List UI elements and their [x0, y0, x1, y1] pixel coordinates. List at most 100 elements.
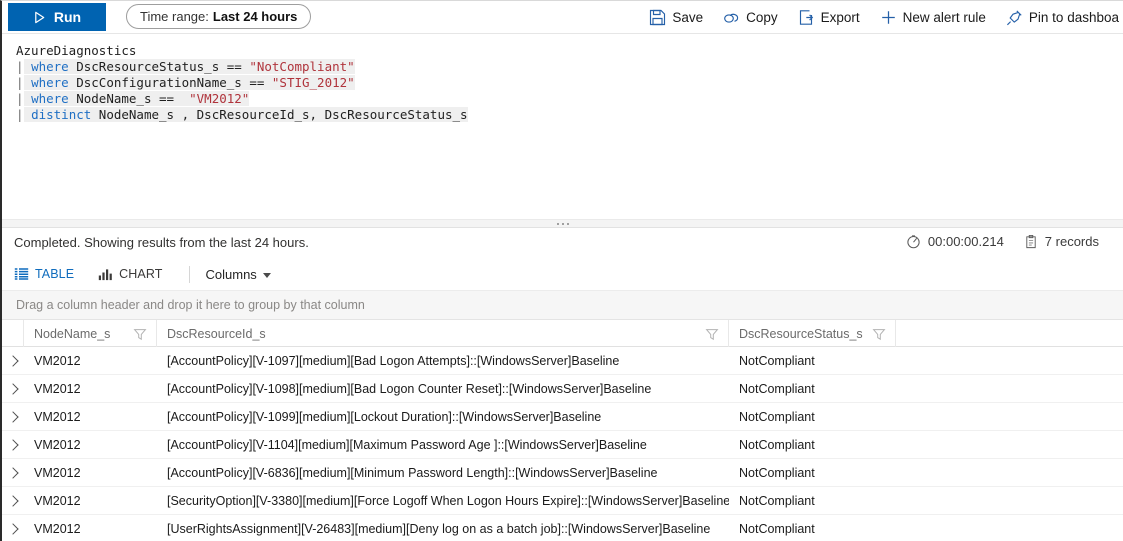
cell-filler — [896, 375, 1123, 403]
record-count-chip: 7 records — [1024, 234, 1099, 249]
query-editor[interactable]: AzureDiagnostics | where DscResourceStat… — [2, 35, 1123, 219]
header-nodename-label: NodeName_s — [34, 327, 133, 341]
copy-label: Copy — [746, 10, 778, 25]
row-expand-toggle[interactable] — [2, 347, 24, 375]
pipe-glyph: | — [16, 107, 24, 122]
header-nodename[interactable]: NodeName_s — [24, 320, 157, 347]
export-button[interactable]: Export — [788, 1, 870, 34]
record-count-value: 7 records — [1045, 234, 1099, 249]
cell-dscresourceid: [AccountPolicy][V-6836][medium][Minimum … — [157, 459, 729, 487]
play-icon — [33, 11, 46, 24]
cell-nodename: VM2012 — [24, 347, 157, 375]
query-expression: NodeName_s == — [69, 91, 189, 106]
query-string-literal: "STIG_2012" — [272, 75, 355, 90]
query-line[interactable]: | where DscConfigurationName_s == "STIG_… — [2, 75, 1123, 91]
pin-to-dashboard-button[interactable]: Pin to dashboa — [996, 1, 1123, 34]
filter-icon[interactable] — [872, 327, 886, 341]
save-button[interactable]: Save — [639, 1, 713, 34]
table-row[interactable]: VM2012 [UserRightsAssignment][V-26483][m… — [2, 515, 1123, 541]
row-expand-toggle[interactable] — [2, 459, 24, 487]
pane-splitter[interactable] — [2, 219, 1123, 228]
query-line[interactable]: | where DscResourceStatus_s == "NotCompl… — [2, 59, 1123, 75]
status-metrics: 00:00:00.214 7 records — [906, 234, 1099, 249]
query-line[interactable]: AzureDiagnostics — [2, 43, 1123, 59]
run-button[interactable]: Run — [8, 3, 106, 31]
cell-filler — [896, 515, 1123, 541]
chevron-right-icon — [7, 439, 18, 450]
header-dscresourcestatus[interactable]: DscResourceStatus_s — [729, 320, 896, 347]
chevron-right-icon — [7, 355, 18, 366]
cell-filler — [896, 487, 1123, 515]
status-message: Completed. Showing results from the last… — [14, 235, 309, 250]
row-expand-toggle[interactable] — [2, 487, 24, 515]
cell-dscresourcestatus: NotCompliant — [729, 459, 896, 487]
cell-dscresourceid: [AccountPolicy][V-1098][medium][Bad Logo… — [157, 375, 729, 403]
cell-filler — [896, 459, 1123, 487]
new-alert-rule-label: New alert rule — [903, 10, 986, 25]
cell-nodename: VM2012 — [24, 515, 157, 541]
tab-table-label: TABLE — [35, 267, 74, 281]
timer-icon — [906, 234, 921, 249]
filter-icon[interactable] — [705, 327, 719, 341]
tab-chart[interactable]: CHART — [98, 267, 172, 281]
splitter-grip-icon — [557, 223, 569, 225]
query-expression: NodeName_s , DscResourceId_s, DscResourc… — [91, 107, 467, 122]
run-button-label: Run — [54, 9, 81, 25]
cell-dscresourcestatus: NotCompliant — [729, 347, 896, 375]
cell-dscresourcestatus: NotCompliant — [729, 375, 896, 403]
chevron-right-icon — [7, 523, 18, 534]
chevron-right-icon — [7, 467, 18, 478]
query-keyword: distinct — [31, 107, 91, 122]
cell-nodename: VM2012 — [24, 375, 157, 403]
row-expand-toggle[interactable] — [2, 515, 24, 541]
grid-header-row: NodeName_s DscResourceId_s DscResourceSt… — [2, 320, 1123, 347]
clipboard-icon — [1024, 234, 1038, 249]
results-view-tabs: TABLE CHART Columns — [2, 260, 1123, 288]
query-keyword: where — [31, 75, 69, 90]
elapsed-time-value: 00:00:00.214 — [928, 234, 1004, 249]
copy-button[interactable]: Copy — [713, 1, 788, 34]
cell-dscresourceid: [AccountPolicy][V-1099][medium][Lockout … — [157, 403, 729, 431]
cell-nodename: VM2012 — [24, 459, 157, 487]
copy-link-icon — [723, 9, 740, 26]
table-row[interactable]: VM2012 [SecurityOption][V-3380][medium][… — [2, 487, 1123, 515]
query-string-literal: "NotCompliant" — [249, 59, 354, 74]
header-dscresourceid[interactable]: DscResourceId_s — [157, 320, 729, 347]
query-keyword: where — [31, 59, 69, 74]
table-row[interactable]: VM2012 [AccountPolicy][V-1099][medium][L… — [2, 403, 1123, 431]
results-grid: NodeName_s DscResourceId_s DscResourceSt… — [2, 320, 1123, 541]
columns-dropdown[interactable]: Columns — [206, 267, 271, 282]
row-expand-toggle[interactable] — [2, 403, 24, 431]
table-row[interactable]: VM2012 [AccountPolicy][V-1097][medium][B… — [2, 347, 1123, 375]
cell-dscresourcestatus: NotCompliant — [729, 515, 896, 541]
header-dscresourcestatus-label: DscResourceStatus_s — [739, 327, 872, 341]
chevron-right-icon — [7, 411, 18, 422]
time-range-picker[interactable]: Time range: Last 24 hours — [126, 4, 311, 29]
group-by-drop-zone[interactable]: Drag a column header and drop it here to… — [2, 290, 1123, 320]
chevron-right-icon — [7, 495, 18, 506]
tab-table[interactable]: TABLE — [14, 267, 84, 281]
bar-chart-icon — [98, 267, 113, 281]
row-expand-toggle[interactable] — [2, 375, 24, 403]
cell-filler — [896, 347, 1123, 375]
tab-chart-label: CHART — [119, 267, 162, 281]
query-expression: DscResourceStatus_s == — [69, 59, 250, 74]
pipe-glyph: | — [16, 59, 24, 74]
cell-dscresourceid: [AccountPolicy][V-1104][medium][Maximum … — [157, 431, 729, 459]
columns-label: Columns — [206, 267, 257, 282]
query-line[interactable]: | where NodeName_s == "VM2012" — [2, 91, 1123, 107]
results-status-bar: Completed. Showing results from the last… — [2, 230, 1123, 258]
new-alert-rule-button[interactable]: New alert rule — [870, 1, 996, 34]
plus-icon — [880, 9, 897, 26]
row-expand-toggle[interactable] — [2, 431, 24, 459]
cell-dscresourceid: [UserRightsAssignment][V-26483][medium][… — [157, 515, 729, 541]
cell-filler — [896, 431, 1123, 459]
query-line[interactable]: | distinct NodeName_s , DscResourceId_s,… — [2, 107, 1123, 123]
table-row[interactable]: VM2012 [AccountPolicy][V-6836][medium][M… — [2, 459, 1123, 487]
header-expand-spacer — [2, 320, 24, 347]
query-table-name: AzureDiagnostics — [16, 43, 136, 58]
table-row[interactable]: VM2012 [AccountPolicy][V-1104][medium][M… — [2, 431, 1123, 459]
save-label: Save — [672, 10, 703, 25]
table-row[interactable]: VM2012 [AccountPolicy][V-1098][medium][B… — [2, 375, 1123, 403]
filter-icon[interactable] — [133, 327, 147, 341]
